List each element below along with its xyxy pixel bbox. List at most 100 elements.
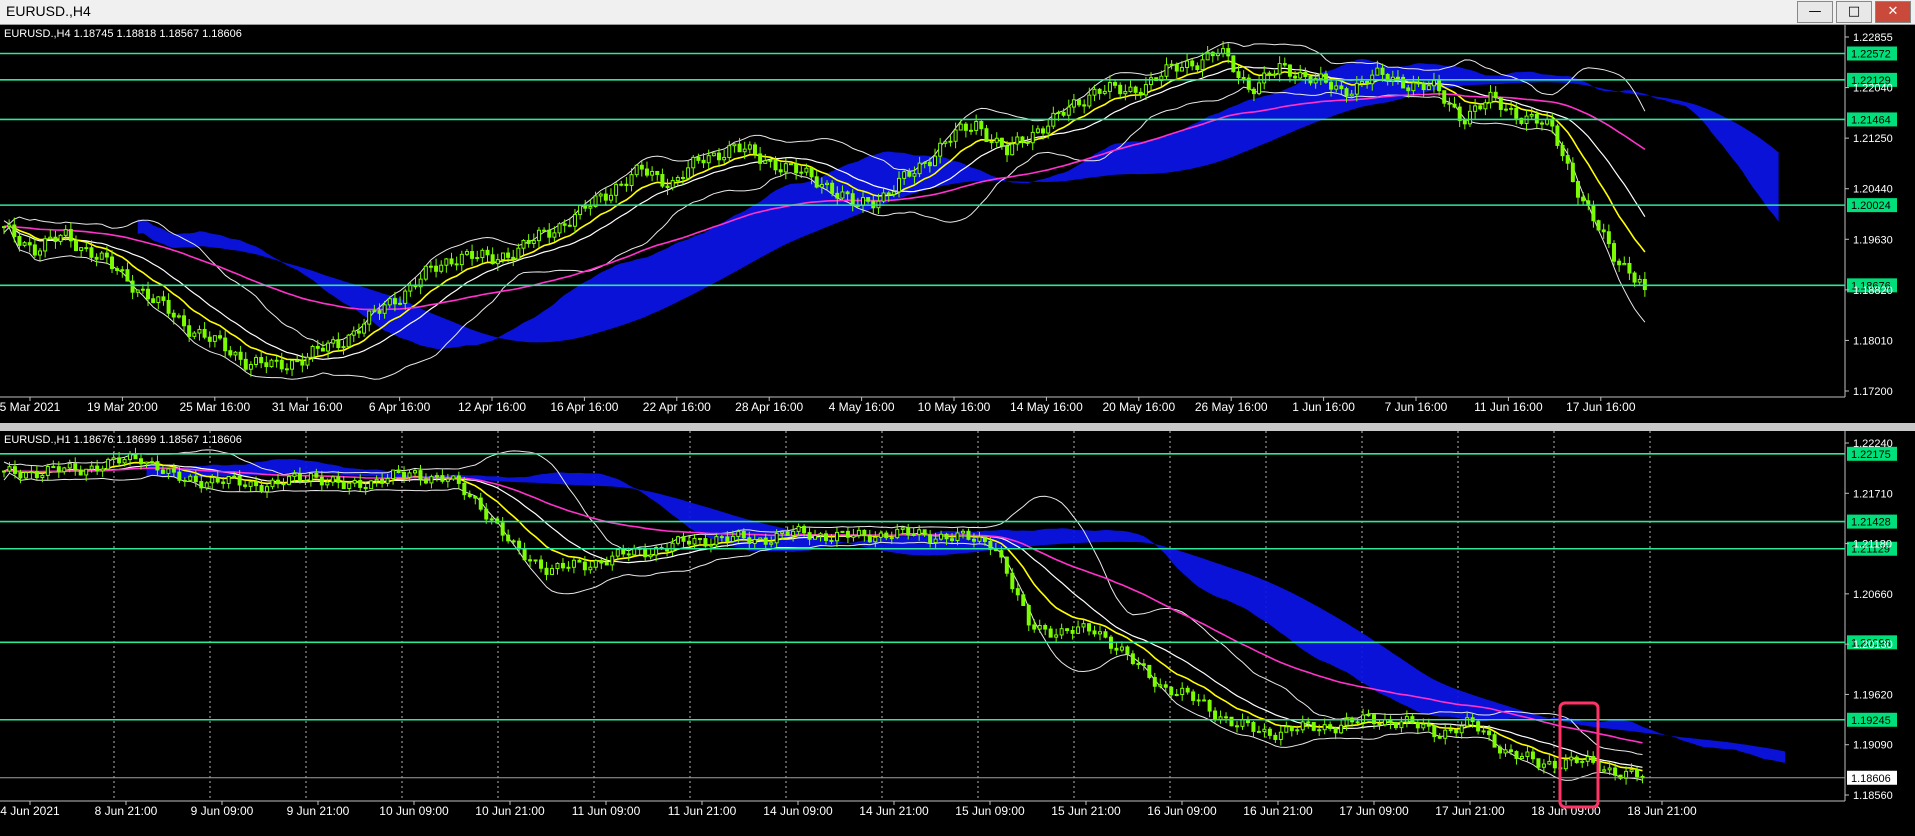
candle-body: [1493, 91, 1498, 99]
time-tick-label: 20 May 16:00: [1102, 400, 1175, 414]
candle-body: [1097, 88, 1102, 94]
candle-body: [900, 527, 905, 530]
h1-chart[interactable]: 1.221751.214281.211291.200981.192451.186…: [0, 431, 1915, 831]
candle-body: [48, 236, 53, 240]
candle-body: [943, 141, 948, 144]
candle-body: [1147, 664, 1152, 678]
maximize-button[interactable]: □: [1836, 1, 1872, 23]
minimize-button[interactable]: —: [1797, 1, 1833, 23]
candle-body: [1575, 181, 1580, 198]
candle-body: [1030, 131, 1035, 144]
candle-body: [1149, 77, 1154, 86]
candle-body: [788, 163, 793, 166]
candle-body: [440, 475, 445, 482]
candle-body: [819, 184, 824, 188]
candle-body: [1329, 81, 1334, 90]
candle-body: [1284, 726, 1289, 733]
candle-body: [752, 539, 757, 544]
candle-body: [407, 472, 412, 478]
candle-body: [297, 473, 302, 482]
time-tick-label: 14 Jun 21:00: [859, 804, 929, 818]
close-button[interactable]: ✕: [1875, 1, 1911, 23]
time-tick-label: 15 Jun 09:00: [955, 804, 1025, 818]
candle-body: [567, 224, 572, 227]
candle-body: [511, 540, 516, 543]
candle-body: [763, 537, 768, 545]
candle-body: [18, 472, 23, 479]
candle-body: [614, 184, 619, 196]
candle-body: [1048, 628, 1053, 638]
candle-body: [1560, 144, 1565, 157]
candle-body: [1344, 88, 1349, 97]
time-tick-label: 4 May 16:00: [829, 400, 895, 414]
candle-body: [254, 357, 259, 365]
candle-body: [284, 368, 289, 371]
candle-body: [886, 192, 891, 195]
candle-body: [281, 483, 286, 486]
candle-body: [626, 553, 631, 556]
candle-body: [1432, 725, 1437, 738]
candle-body: [1130, 653, 1135, 665]
candle-body: [634, 164, 639, 176]
candle-body: [1185, 687, 1190, 693]
candle-body: [310, 345, 315, 358]
candle-body: [758, 153, 763, 164]
candle-body: [192, 332, 197, 337]
candle-body: [1569, 756, 1574, 761]
candle-body: [966, 530, 971, 540]
candle-body: [177, 471, 182, 481]
price-tick-label: 1.18560: [1853, 790, 1893, 802]
h4-chart[interactable]: 1.225721.221291.214641.200241.186761.228…: [0, 25, 1915, 423]
candle-body: [17, 235, 22, 246]
candle-body: [1046, 125, 1051, 134]
candle-body: [1179, 66, 1184, 72]
candle-body: [470, 251, 475, 259]
candle-body: [2, 226, 6, 229]
candle-body: [722, 156, 727, 161]
candle-body: [884, 532, 889, 539]
candle-body: [1514, 107, 1519, 119]
candle-body: [428, 265, 433, 268]
candle-body: [100, 468, 105, 472]
candle-body: [719, 536, 724, 539]
candle-body: [706, 155, 711, 164]
candle-body: [125, 269, 130, 282]
time-tick-label: 31 Mar 16:00: [272, 400, 343, 414]
candle-body: [835, 192, 840, 199]
candle-body: [1272, 73, 1277, 76]
candle-body: [644, 168, 649, 176]
candle-body: [43, 238, 48, 252]
candle-body: [799, 171, 804, 174]
candle-body: [741, 530, 746, 539]
candle-body: [714, 536, 719, 546]
candle-body: [639, 164, 644, 170]
candle-body: [1152, 676, 1157, 687]
candle-body: [1021, 594, 1026, 606]
candle-body: [320, 347, 325, 352]
h1-chart-pane[interactable]: 1.22175 1.21428 1.21129 1.20098 1.19245 1.186…: [0, 431, 1915, 831]
candle-body: [1082, 104, 1087, 107]
candle-body: [552, 232, 557, 238]
candle-body: [1581, 196, 1586, 202]
candle-body: [1267, 728, 1272, 736]
candle-body: [783, 163, 788, 173]
candle-body: [1015, 136, 1020, 145]
candle-body: [1447, 102, 1452, 105]
candle-body: [434, 265, 439, 272]
candle-body: [1454, 729, 1459, 734]
pane-separator[interactable]: [0, 423, 1915, 431]
candle-body: [391, 469, 396, 479]
candle-body: [950, 538, 955, 541]
candle-body: [1164, 64, 1169, 77]
candle-body: [578, 205, 583, 216]
candle-body: [961, 530, 965, 534]
candle-body: [572, 214, 577, 227]
candle-body: [1563, 759, 1568, 770]
h4-chart-pane[interactable]: 1.22572 1.22129 1.21464 1.20024 1.18676 1.228…: [0, 25, 1915, 423]
candle-body: [490, 254, 495, 265]
candle-body: [768, 159, 773, 162]
candle-body: [670, 542, 675, 552]
candle-body: [655, 170, 660, 175]
bollinger-middle: [3, 464, 1643, 768]
candle-body: [1240, 719, 1245, 727]
